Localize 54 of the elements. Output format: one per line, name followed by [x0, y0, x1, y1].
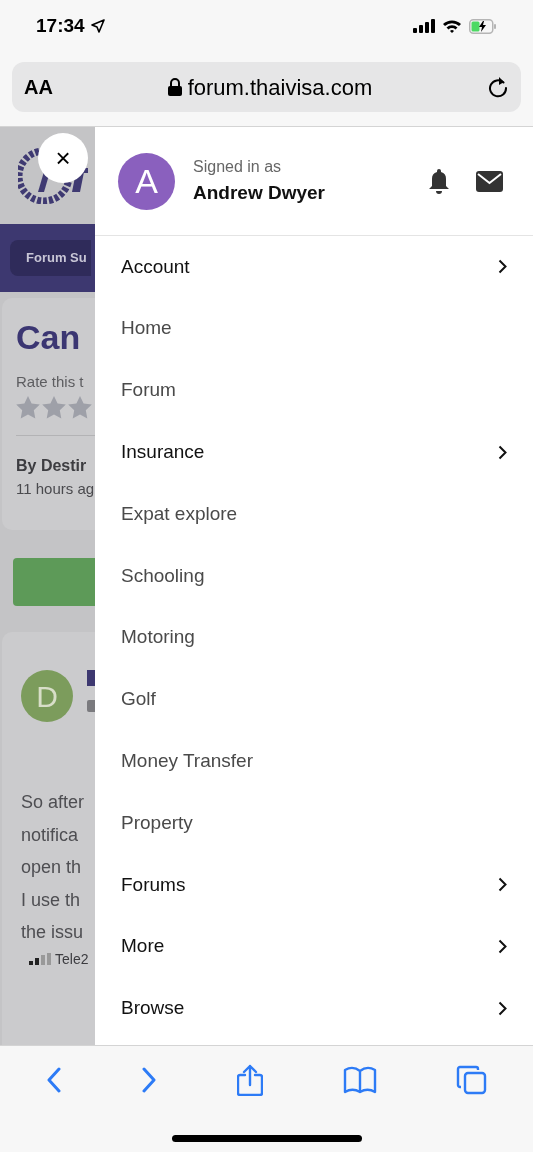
chevron-right-icon	[498, 259, 507, 275]
menu-item[interactable]: Expat explore	[95, 483, 533, 545]
menu-item[interactable]: Motoring	[95, 606, 533, 669]
menu-item[interactable]: Forum	[95, 359, 533, 422]
lock-icon	[167, 78, 182, 96]
menu-item[interactable]: Money Transfer	[95, 730, 533, 793]
star-icon[interactable]	[42, 395, 66, 419]
chevron-right-icon	[498, 877, 507, 893]
post-text-line: open th	[21, 856, 83, 879]
post-text-line: notifica	[21, 823, 80, 847]
location-arrow-icon	[90, 19, 105, 33]
menu-item[interactable]: Insurance	[95, 421, 533, 484]
menu-item[interactable]: More	[95, 915, 533, 978]
battery-charging-icon	[469, 18, 497, 34]
star-icon[interactable]	[16, 395, 40, 419]
post-text-line: So after	[21, 791, 86, 814]
author-name[interactable]: By Destir	[16, 453, 95, 478]
menu-item[interactable]: Forums	[95, 853, 533, 916]
reload-icon[interactable]	[487, 76, 509, 98]
topic-title: Can	[16, 317, 82, 358]
menu-item[interactable]: Golf	[95, 668, 533, 731]
menu-item[interactable]: Schooling	[95, 545, 533, 607]
bell-icon[interactable]	[427, 168, 451, 194]
chevron-right-icon	[498, 444, 507, 460]
post-text-line: I use th	[21, 888, 82, 912]
address-bar[interactable]: AA forum.thaivisa.com	[12, 62, 521, 112]
menu-item[interactable]: Property	[95, 792, 533, 854]
signed-in-label: Signed in as	[193, 156, 283, 177]
star-icon[interactable]	[68, 395, 92, 419]
menu-item[interactable]: Home	[95, 297, 533, 360]
menu-item[interactable]: Account	[95, 236, 533, 298]
mail-icon[interactable]	[476, 170, 503, 192]
user-name[interactable]: Andrew Dwyer	[193, 178, 427, 208]
text-fragment	[87, 700, 95, 712]
forward-icon[interactable]	[141, 1067, 158, 1093]
wifi-icon	[442, 19, 462, 33]
rate-label: Rate this t	[16, 372, 85, 392]
breadcrumb-link[interactable]: Forum Su	[10, 240, 91, 276]
signal-icon	[29, 953, 51, 965]
carrier-name: Tele2	[55, 949, 89, 969]
share-icon[interactable]	[237, 1064, 263, 1096]
post-time: 11 hours ag	[16, 478, 95, 499]
tabs-icon[interactable]	[456, 1064, 488, 1096]
menu-item[interactable]: Browse	[95, 977, 533, 1040]
bookmarks-icon[interactable]	[342, 1066, 377, 1094]
back-icon[interactable]	[45, 1067, 62, 1093]
text-size-button[interactable]: AA	[24, 72, 53, 102]
chevron-right-icon	[498, 939, 507, 955]
post-text-line: the issu	[21, 921, 85, 944]
url-text: forum.thaivisa.com	[187, 73, 373, 102]
signal-icon	[413, 19, 435, 33]
user-avatar[interactable]: A	[118, 152, 175, 210]
chevron-right-icon	[498, 1000, 507, 1016]
clock-time: 17:34	[36, 13, 85, 38]
